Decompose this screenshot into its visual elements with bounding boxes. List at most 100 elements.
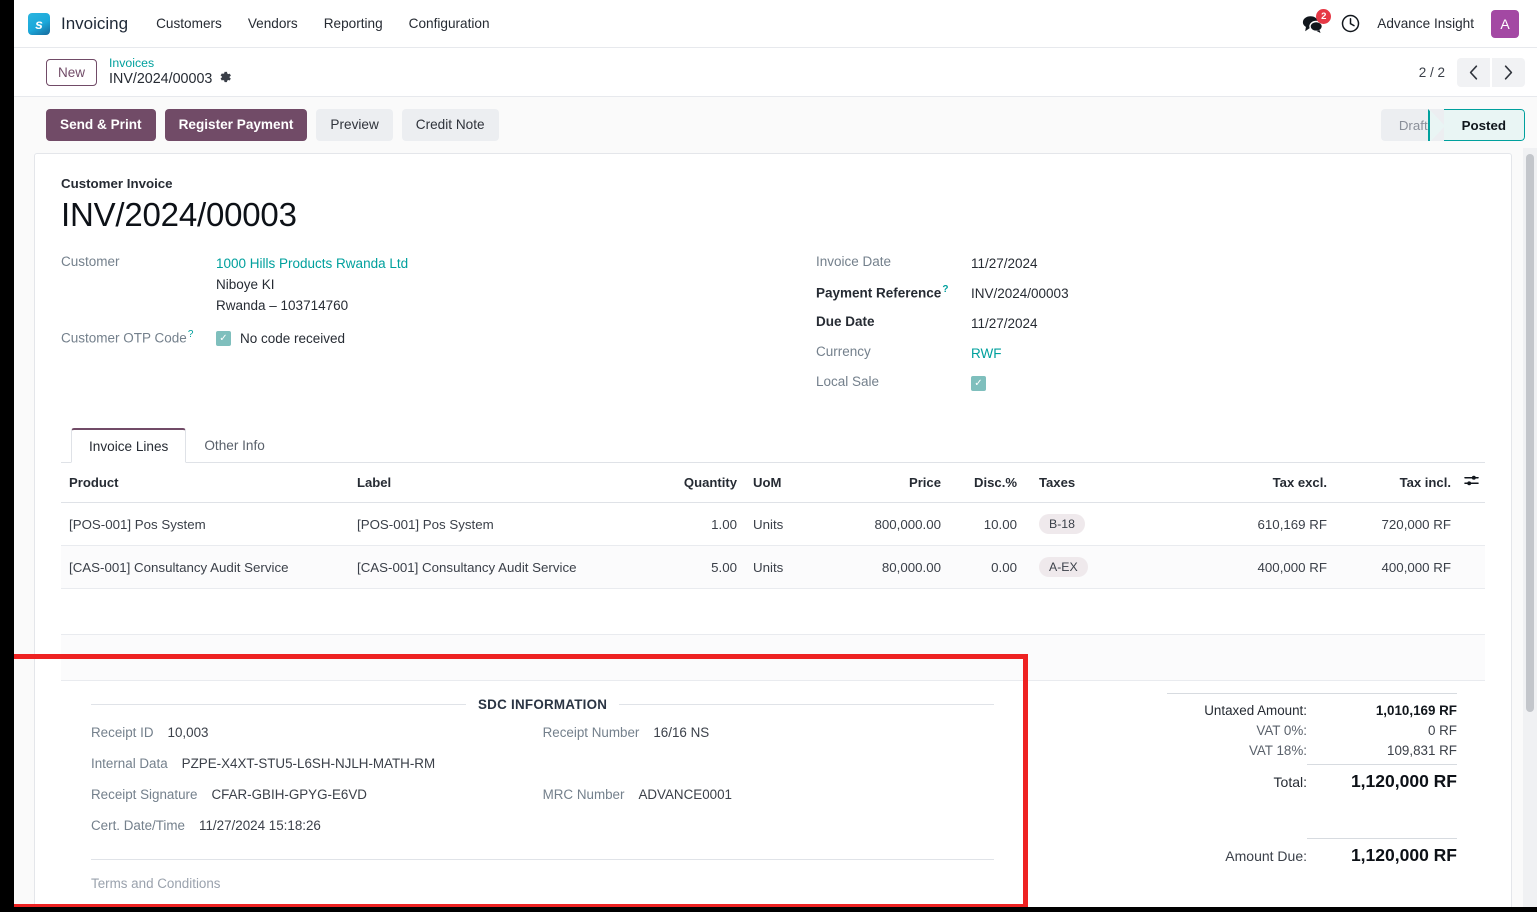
row-uom[interactable]: Units xyxy=(745,545,801,589)
app-name: Invoicing xyxy=(61,13,129,33)
credit-note-button[interactable]: Credit Note xyxy=(401,109,499,141)
row-quantity[interactable]: 1.00 xyxy=(649,502,745,546)
col-product[interactable]: Product xyxy=(61,463,349,503)
total-grand-value: 1,120,000 RF xyxy=(1350,771,1457,791)
col-tax-incl[interactable]: Tax incl. xyxy=(1335,463,1485,503)
field-currency-label: Currency xyxy=(816,344,871,359)
amount-due-value: 1,120,000 RF xyxy=(1350,845,1457,865)
table-options-icon[interactable] xyxy=(1464,474,1479,490)
document-type-label: Customer Invoice xyxy=(61,176,173,191)
page-title: INV/2024/00003 xyxy=(61,196,297,233)
col-taxes[interactable]: Taxes xyxy=(1025,463,1175,503)
menu-item-reporting[interactable]: Reporting xyxy=(324,16,383,31)
chevron-right-icon xyxy=(1504,64,1513,80)
messages-icon[interactable]: 2 xyxy=(1302,8,1332,33)
row-taxes[interactable]: A-EX xyxy=(1025,545,1175,589)
invoice-date-value[interactable]: 11/27/2024 xyxy=(971,253,1038,274)
col-quantity[interactable]: Quantity xyxy=(649,463,745,503)
payment-reference-value[interactable]: INV/2024/00003 xyxy=(971,283,1069,304)
field-mrc-number-label: MRC Number xyxy=(542,787,625,802)
menu-item-configuration[interactable]: Configuration xyxy=(409,16,490,31)
row-quantity[interactable]: 5.00 xyxy=(649,545,745,589)
avatar[interactable]: A xyxy=(1491,9,1519,38)
row-price[interactable]: 800,000.00 xyxy=(801,502,949,546)
send-and-print-button[interactable]: Send & Print xyxy=(46,109,156,141)
pager-next-button[interactable] xyxy=(1492,57,1525,87)
row-label[interactable]: [POS-001] Pos System xyxy=(349,502,649,546)
total-vat-18-value: 109,831 RF xyxy=(1387,743,1457,758)
status-step-posted[interactable]: Posted xyxy=(1427,109,1525,141)
row-discount[interactable]: 0.00 xyxy=(949,545,1025,589)
total-vat-0-value: 0 RF xyxy=(1427,723,1457,738)
main-menu: Customers Vendors Reporting Configuratio… xyxy=(156,16,489,31)
tax-chip: B-18 xyxy=(1039,514,1085,534)
col-label[interactable]: Label xyxy=(349,463,649,503)
pager-previous-button[interactable] xyxy=(1457,57,1490,87)
sdc-information-section: SDC INFORMATION Receipt ID 10,003 Intern… xyxy=(61,681,1024,891)
terms-and-conditions-label[interactable]: Terms and Conditions xyxy=(91,876,994,891)
field-local-sale: Local Sale ✓ xyxy=(816,373,1481,394)
table-row[interactable]: [CAS-001] Consultancy Audit Service [CAS… xyxy=(61,545,1485,589)
row-price[interactable]: 80,000.00 xyxy=(801,545,949,589)
sdc-fields-grid: Receipt ID 10,003 Internal Data PZPE-X4X… xyxy=(91,725,994,849)
notebook-tabs: Invoice Lines Other Info xyxy=(61,427,1485,463)
local-sale-checkbox[interactable]: ✓ xyxy=(971,376,986,391)
customer-name-link[interactable]: 1000 Hills Products Rwanda Ltd xyxy=(216,253,408,274)
col-tax-excl[interactable]: Tax excl. xyxy=(1175,463,1335,503)
row-uom[interactable]: Units xyxy=(745,502,801,546)
field-receipt-signature: Receipt Signature CFAR-GBIH-GPYG-E6VD xyxy=(91,787,543,802)
col-price[interactable]: Price xyxy=(801,463,949,503)
otp-status-text: No code received xyxy=(240,331,346,346)
row-discount[interactable]: 10.00 xyxy=(949,502,1025,546)
field-currency: Currency RWF xyxy=(816,343,1481,364)
table-empty-row[interactable] xyxy=(61,588,1485,635)
breadcrumb-current-record: INV/2024/00003 xyxy=(109,71,232,88)
field-receipt-signature-value: CFAR-GBIH-GPYG-E6VD xyxy=(211,787,367,802)
amount-due-label: Amount Due: xyxy=(1225,848,1307,864)
total-vat-18: VAT 18%: 109,831 RF xyxy=(1034,743,1457,758)
new-record-button[interactable]: New xyxy=(46,58,98,86)
field-receipt-signature-label: Receipt Signature xyxy=(91,787,198,802)
tab-invoice-lines[interactable]: Invoice Lines xyxy=(71,428,187,463)
field-receipt-number-value: 16/16 NS xyxy=(653,725,710,740)
vertical-scrollbar-thumb[interactable] xyxy=(1526,154,1534,712)
row-label[interactable]: [CAS-001] Consultancy Audit Service xyxy=(349,545,649,589)
tab-other-info[interactable]: Other Info xyxy=(186,428,282,463)
row-tax-incl: 400,000 RF xyxy=(1335,545,1485,589)
help-tooltip-icon[interactable]: ? xyxy=(188,329,194,340)
help-tooltip-icon[interactable]: ? xyxy=(942,284,948,295)
sdc-column-left: Receipt ID 10,003 Internal Data PZPE-X4X… xyxy=(91,725,543,849)
clock-icon[interactable] xyxy=(1341,14,1360,33)
amount-due-divider xyxy=(1307,838,1457,839)
breadcrumb-parent-invoices[interactable]: Invoices xyxy=(109,56,232,71)
vertical-scrollbar[interactable] xyxy=(1523,148,1537,912)
invoice-form-sheet: Customer Invoice INV/2024/00003 Customer… xyxy=(34,153,1512,912)
otp-checkbox[interactable]: ✓ xyxy=(216,331,231,346)
total-grand-label: Total: xyxy=(1273,774,1307,790)
table-empty-row[interactable] xyxy=(61,634,1485,681)
row-product[interactable]: [CAS-001] Consultancy Audit Service xyxy=(61,545,349,589)
register-payment-button[interactable]: Register Payment xyxy=(164,109,308,141)
due-date-value[interactable]: 11/27/2024 xyxy=(971,313,1038,334)
col-tax-incl-label: Tax incl. xyxy=(1399,475,1451,490)
header-fields: Customer 1000 Hills Products Rwanda Ltd … xyxy=(61,253,1485,403)
table-row[interactable]: [POS-001] Pos System [POS-001] Pos Syste… xyxy=(61,502,1485,546)
customer-address-line-1: Niboye KI xyxy=(216,277,275,292)
gear-icon[interactable] xyxy=(219,71,232,88)
preview-button[interactable]: Preview xyxy=(316,109,393,141)
table-header-row: Product Label Quantity UoM Price Disc.% … xyxy=(61,463,1485,503)
field-receipt-id-label: Receipt ID xyxy=(91,725,154,740)
row-taxes[interactable]: B-18 xyxy=(1025,502,1175,546)
menu-item-customers[interactable]: Customers xyxy=(156,16,222,31)
currency-value-link[interactable]: RWF xyxy=(971,343,1002,364)
field-invoice-date: Invoice Date 11/27/2024 xyxy=(816,253,1481,274)
top-navbar: s Invoicing Customers Vendors Reporting … xyxy=(14,0,1537,48)
col-discount[interactable]: Disc.% xyxy=(949,463,1025,503)
row-product[interactable]: [POS-001] Pos System xyxy=(61,502,349,546)
col-uom[interactable]: UoM xyxy=(745,463,801,503)
divider-left xyxy=(91,704,466,705)
user-menu-name[interactable]: Advance Insight xyxy=(1377,16,1474,31)
menu-item-vendors[interactable]: Vendors xyxy=(248,16,298,31)
breadcrumb-bar: New Invoices INV/2024/00003 2 / 2 xyxy=(14,48,1537,97)
field-invoice-date-label: Invoice Date xyxy=(816,254,892,269)
